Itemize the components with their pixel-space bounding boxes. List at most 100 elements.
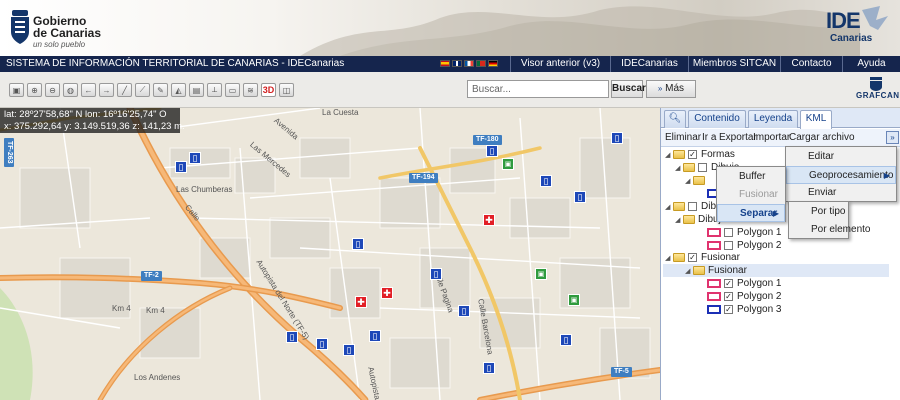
tree-checkbox[interactable]: ✓ xyxy=(724,305,733,314)
full-extent-icon[interactable]: ▣ xyxy=(9,83,24,97)
flag-france-icon[interactable] xyxy=(464,60,474,67)
back-arrow-icon[interactable]: ← xyxy=(81,83,96,97)
tree-checkbox[interactable]: ✓ xyxy=(688,150,697,159)
tree-node-fusion-polygon-2[interactable]: ✓ Polygon 2 xyxy=(707,290,781,303)
image-icon[interactable]: ▤ xyxy=(189,83,204,97)
swipe-icon[interactable]: ▭ xyxy=(225,83,240,97)
tree-checkbox[interactable] xyxy=(688,202,697,211)
poi-bus-stop-icon[interactable]: ▯ xyxy=(611,132,623,144)
collapse-arrow-icon[interactable]: ◢ xyxy=(675,164,683,172)
menu-item-buffer[interactable]: Buffer xyxy=(717,168,785,186)
poi-bus-stop-icon[interactable]: ▯ xyxy=(175,161,187,173)
map-canvas[interactable]: lat: 28º27'58,68" N lon: 16º16'25,74" O … xyxy=(0,108,660,400)
label-las-chumberas: Las Chumberas xyxy=(176,185,233,194)
search-input[interactable] xyxy=(467,80,609,98)
poi-bus-stop-icon[interactable]: ▯ xyxy=(343,344,355,356)
tree-node-formas[interactable]: ◢ ✓ Formas xyxy=(665,148,735,161)
poi-pharmacy-icon[interactable]: ▣ xyxy=(568,294,580,306)
collapse-arrow-icon[interactable]: ◢ xyxy=(675,216,683,224)
flag-portugal-icon[interactable] xyxy=(476,60,486,67)
tree-node-fusionar[interactable]: ◢ ✓ Fusionar xyxy=(665,251,740,264)
tab-leyenda[interactable]: Leyenda xyxy=(748,110,798,128)
nav-link-idecanarias[interactable]: IDECanarias xyxy=(610,56,688,72)
zoom-in-icon[interactable]: ⊕ xyxy=(27,83,42,97)
nav-link-contacto[interactable]: Contacto xyxy=(780,56,842,72)
globe-icon[interactable]: ◍ xyxy=(63,83,78,97)
tree-node-fusion-polygon-1[interactable]: ✓ Polygon 1 xyxy=(707,277,781,290)
tree-checkbox[interactable] xyxy=(698,163,707,172)
kml-more-button[interactable]: » xyxy=(886,131,899,144)
menu-item-editar[interactable]: Editar xyxy=(786,148,896,166)
poi-bus-stop-icon[interactable]: ▯ xyxy=(486,145,498,157)
collapse-arrow-icon[interactable]: ◢ xyxy=(685,177,693,185)
tree-checkbox[interactable]: ✓ xyxy=(724,292,733,301)
tree-node-fusion-polygon-3[interactable]: ✓ Polygon 3 xyxy=(707,303,781,316)
collapse-arrow-icon[interactable]: ◢ xyxy=(665,151,673,159)
poi-bus-stop-icon[interactable]: ▯ xyxy=(458,305,470,317)
language-flags xyxy=(440,60,498,67)
menu-item-enviar[interactable]: Enviar xyxy=(786,184,896,202)
kml-exportar[interactable]: Exportar xyxy=(719,132,757,143)
poi-hospital-icon[interactable]: ✚ xyxy=(355,296,367,308)
tree-checkbox[interactable] xyxy=(724,228,733,237)
nav-link-miembros-sitcan[interactable]: Miembros SITCAN xyxy=(688,56,780,72)
flag-spain-icon[interactable] xyxy=(440,60,450,67)
draw-pencil-icon[interactable]: ✎ xyxy=(153,83,168,97)
menu-item-geoprocesamiento[interactable]: Geoprocesamiento ▶ xyxy=(786,166,896,184)
idecanarias-logo[interactable]: IDE Canarias xyxy=(818,6,890,48)
collapse-arrow-icon[interactable]: ◢ xyxy=(685,267,693,275)
tree-node-fusionar-child[interactable]: ◢ Fusionar xyxy=(663,264,889,277)
tab-contenido[interactable]: Contenido xyxy=(688,110,746,128)
tree-node-partial[interactable]: ◢ xyxy=(685,174,708,187)
menu-item-por-tipo[interactable]: Por tipo xyxy=(789,203,848,221)
nav-link-ayuda[interactable]: Ayuda xyxy=(842,56,900,72)
poi-bus-stop-icon[interactable]: ▯ xyxy=(574,191,586,203)
kml-cargar-archivo[interactable]: Cargar archivo xyxy=(789,132,855,143)
split-view-icon[interactable]: ◫ xyxy=(279,83,294,97)
measure-area-icon[interactable]: ⟋ xyxy=(135,83,150,97)
three-d-button[interactable]: 3D xyxy=(261,83,276,97)
tree-checkbox[interactable]: ✓ xyxy=(688,253,697,262)
tree-checkbox[interactable]: ✓ xyxy=(724,279,733,288)
grafcan-logo[interactable]: GRAFCAN xyxy=(856,77,899,105)
coords-xyz: x: 375.292,64 y: 3.149.519,36 z: 141,23 … xyxy=(4,121,185,132)
poi-bus-stop-icon[interactable]: ▯ xyxy=(352,238,364,250)
poi-hospital-icon[interactable]: ✚ xyxy=(483,214,495,226)
flag-germany-icon[interactable] xyxy=(488,60,498,67)
collapse-arrow-icon[interactable]: ◢ xyxy=(665,203,673,211)
route-icon[interactable]: ⟂ xyxy=(207,83,222,97)
menu-item-por-elemento[interactable]: Por elemento xyxy=(789,221,870,239)
poi-bus-stop-icon[interactable]: ▯ xyxy=(560,334,572,346)
kml-ir-a[interactable]: Ir a xyxy=(702,132,716,143)
poi-bus-stop-icon[interactable]: ▯ xyxy=(286,331,298,343)
zoom-out-icon[interactable]: ⊖ xyxy=(45,83,60,97)
poi-pharmacy-icon[interactable]: ▣ xyxy=(535,268,547,280)
kml-eliminar[interactable]: Eliminar xyxy=(665,132,701,143)
kml-importar[interactable]: Importar xyxy=(753,132,790,143)
more-button[interactable]: » Más xyxy=(646,80,696,98)
flag-uk-icon[interactable] xyxy=(452,60,462,67)
search-button[interactable]: Buscar xyxy=(611,80,646,98)
polygon-swatch-pink xyxy=(707,279,721,288)
profile-icon[interactable]: ◭ xyxy=(171,83,186,97)
poi-pharmacy-icon[interactable]: ▣ xyxy=(502,158,514,170)
poi-bus-stop-icon[interactable]: ▯ xyxy=(316,338,328,350)
layers-icon[interactable]: ≋ xyxy=(243,83,258,97)
poi-hospital-icon[interactable]: ✚ xyxy=(381,287,393,299)
tab-kml[interactable]: KML xyxy=(800,110,832,129)
collapse-arrow-icon[interactable]: ◢ xyxy=(665,254,673,262)
gobierno-shield-icon xyxy=(11,10,29,44)
tab-search[interactable]: 🔍︎ xyxy=(664,110,686,128)
tree-node-polygon-1[interactable]: Polygon 1 xyxy=(707,226,781,239)
poi-bus-stop-icon[interactable]: ▯ xyxy=(540,175,552,187)
poi-bus-stop-icon[interactable]: ▯ xyxy=(483,362,495,374)
forward-arrow-icon[interactable]: → xyxy=(99,83,114,97)
poi-bus-stop-icon[interactable]: ▯ xyxy=(430,268,442,280)
map-basemap[interactable] xyxy=(0,108,660,400)
tree-checkbox[interactable] xyxy=(724,241,733,250)
measure-distance-icon[interactable]: ╱ xyxy=(117,83,132,97)
nav-link-visor-anterior[interactable]: Visor anterior (v3) xyxy=(510,56,610,72)
menu-item-separar[interactable]: Separar ▶ xyxy=(717,204,785,222)
poi-bus-stop-icon[interactable]: ▯ xyxy=(369,330,381,342)
poi-bus-stop-icon[interactable]: ▯ xyxy=(189,152,201,164)
